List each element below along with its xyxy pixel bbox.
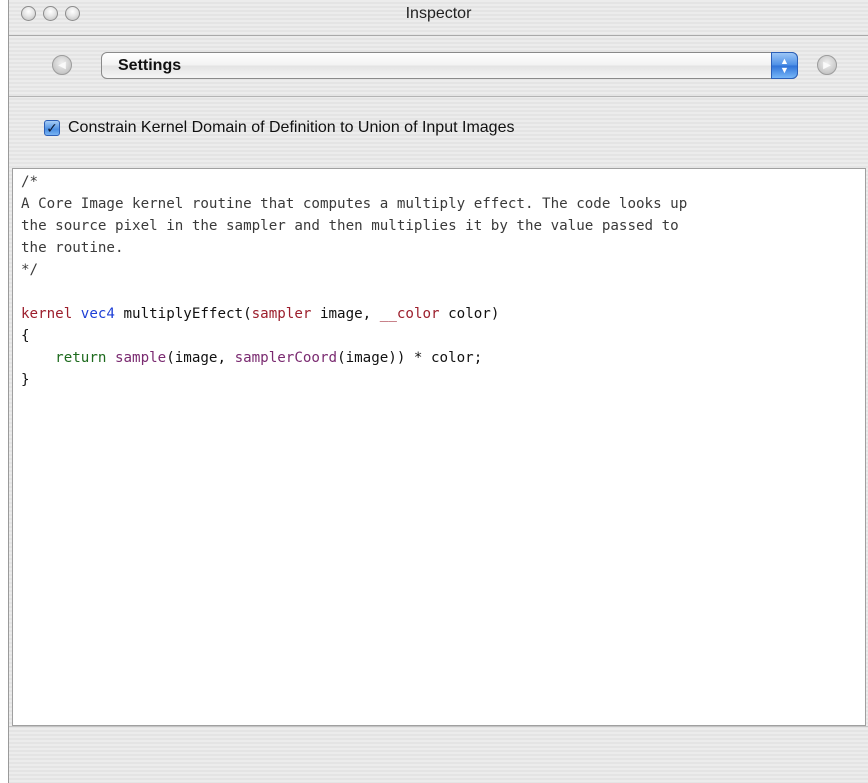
forward-arrow-icon: ▶ [823,59,831,71]
title-bar[interactable]: Inspector [9,0,868,36]
comment-line-1: A Core Image kernel routine that compute… [21,196,688,212]
return-keyword: return [55,350,107,366]
sample-function: sample [114,350,167,366]
inspector-window: Inspector ◀ Settings ▲ ▼ ▶ ✓ Constrain Ke… [8,0,868,783]
constrain-domain-checkbox[interactable]: ✓ [44,120,60,136]
sampler-keyword: sampler [251,306,312,322]
kernel-keyword: kernel [21,306,73,322]
kernel-source: /* A Core Image kernel routine that comp… [13,169,865,393]
arg-color: color) [439,306,500,322]
comment-close: */ [21,262,39,278]
back-arrow-icon: ◀ [58,59,66,71]
comment-line-2: the source pixel in the sampler and then… [21,218,679,234]
inspector-toolbar: ◀ Settings ▲ ▼ ▶ [9,36,868,97]
constrain-domain-option[interactable]: ✓ Constrain Kernel Domain of Definition … [44,119,514,137]
vec4-type: vec4 [80,306,115,322]
kernel-code-editor[interactable]: /* A Core Image kernel routine that comp… [12,168,866,726]
comment-open: /* [21,174,39,190]
sample-args: (image, [166,350,235,366]
samplercoord-function: samplerCoord [234,350,338,366]
function-name: multiplyEffect( [114,306,252,322]
back-button[interactable]: ◀ [52,55,72,75]
window-title: Inspector [405,5,472,22]
brace-open: { [21,328,30,344]
return-tail: (image)) * color; [337,350,483,366]
constrain-domain-label: Constrain Kernel Domain of Definition to… [68,119,515,136]
popup-selected-value: Settings [118,57,182,74]
brace-close: } [21,372,30,388]
color-keyword: __color [379,306,440,322]
popup-up-down-arrows-icon: ▲ ▼ [771,52,798,79]
comment-line-3: the routine. [21,240,124,256]
arg-image: image, [311,306,380,322]
bottom-bar [9,726,868,783]
settings-popup[interactable]: Settings ▲ ▼ [101,52,798,79]
forward-button[interactable]: ▶ [817,55,837,75]
